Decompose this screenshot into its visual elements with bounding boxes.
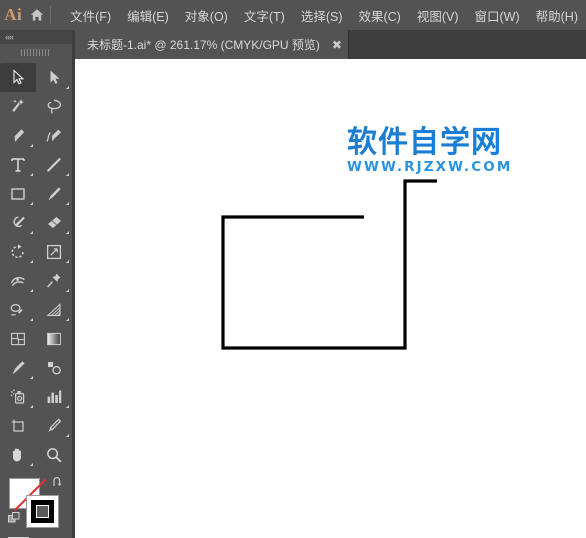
tool-grid xyxy=(0,60,72,469)
flyout-indicator-icon xyxy=(66,260,69,263)
stroke-color-swatch[interactable] xyxy=(26,495,59,528)
grip-dots-icon xyxy=(21,48,51,56)
menu-item-file[interactable]: 文件(F) xyxy=(62,2,119,29)
tool-curvature[interactable] xyxy=(36,121,72,150)
menu-item-type[interactable]: 文字(T) xyxy=(236,2,293,29)
flyout-indicator-icon xyxy=(30,463,33,466)
flyout-indicator-icon xyxy=(30,260,33,263)
tool-magic-wand[interactable] xyxy=(0,92,36,121)
home-icon[interactable] xyxy=(26,0,48,30)
tool-line-segment[interactable] xyxy=(36,150,72,179)
menu-item-view[interactable]: 视图(V) xyxy=(409,2,467,29)
menu-item-help[interactable]: 帮助(H) xyxy=(528,2,586,29)
tool-scale[interactable] xyxy=(36,237,72,266)
tool-paintbrush[interactable] xyxy=(36,179,72,208)
menu-item-list: 文件(F) 编辑(E) 对象(O) 文字(T) 选择(S) 效果(C) 视图(V… xyxy=(62,2,586,29)
tool-mesh[interactable] xyxy=(0,324,36,353)
tool-direct-selection[interactable] xyxy=(36,63,72,92)
menu-item-object[interactable]: 对象(O) xyxy=(177,2,236,29)
tool-panel-header: «« xyxy=(0,30,72,44)
document-tab-bar: 未标题-1.ai* @ 261.17% (CMYK/GPU 预览) ✖ xyxy=(75,30,586,59)
flyout-indicator-icon xyxy=(30,202,33,205)
vector-artwork[interactable] xyxy=(75,59,586,538)
menu-bar: Ai 文件(F) 编辑(E) 对象(O) 文字(T) 选择(S) 效果(C) 视… xyxy=(0,0,586,30)
tool-zoom[interactable] xyxy=(36,440,72,469)
close-icon[interactable]: ✖ xyxy=(326,30,348,59)
swap-fill-stroke-icon[interactable] xyxy=(51,476,65,490)
flyout-indicator-icon xyxy=(66,231,69,234)
drawn-path xyxy=(221,179,437,350)
tool-eraser[interactable] xyxy=(36,208,72,237)
flyout-indicator-icon xyxy=(66,86,69,89)
illustrator-window: Ai 文件(F) 编辑(E) 对象(O) 文字(T) 选择(S) 效果(C) 视… xyxy=(0,0,586,538)
flyout-indicator-icon xyxy=(66,318,69,321)
flyout-indicator-icon xyxy=(30,405,33,408)
tool-selection[interactable] xyxy=(0,63,36,92)
tool-lasso[interactable] xyxy=(36,92,72,121)
flyout-indicator-icon xyxy=(30,173,33,176)
flyout-indicator-icon xyxy=(30,376,33,379)
app-logo: Ai xyxy=(4,5,23,24)
tool-free-transform[interactable] xyxy=(36,266,72,295)
tool-width[interactable] xyxy=(0,266,36,295)
tool-pen[interactable] xyxy=(0,121,36,150)
document-tab-title: 未标题-1.ai* @ 261.17% (CMYK/GPU 预览) xyxy=(87,38,320,52)
tool-rotate[interactable] xyxy=(0,237,36,266)
tool-eyedropper[interactable] xyxy=(0,353,36,382)
tool-hand[interactable] xyxy=(0,440,36,469)
flyout-indicator-icon xyxy=(66,405,69,408)
flyout-indicator-icon xyxy=(66,289,69,292)
tool-column-graph[interactable] xyxy=(36,382,72,411)
tool-perspective-grid[interactable] xyxy=(36,295,72,324)
tool-rectangle[interactable] xyxy=(0,179,36,208)
tool-blend[interactable] xyxy=(36,353,72,382)
menu-item-edit[interactable]: 编辑(E) xyxy=(119,2,177,29)
flyout-indicator-icon xyxy=(30,318,33,321)
document-tab[interactable]: 未标题-1.ai* @ 261.17% (CMYK/GPU 预览) ✖ xyxy=(75,30,349,59)
flyout-indicator-icon xyxy=(30,289,33,292)
tool-panel-grip[interactable] xyxy=(0,44,72,60)
tool-shape-builder[interactable] xyxy=(0,295,36,324)
menu-item-effect[interactable]: 效果(C) xyxy=(350,2,408,29)
tool-type[interactable] xyxy=(0,150,36,179)
color-controls xyxy=(0,474,72,536)
tool-slice[interactable] xyxy=(36,411,72,440)
flyout-indicator-icon xyxy=(30,231,33,234)
tool-symbol-sprayer[interactable] xyxy=(0,382,36,411)
tool-artboard[interactable] xyxy=(0,411,36,440)
tool-shaper[interactable] xyxy=(0,208,36,237)
flyout-indicator-icon xyxy=(66,434,69,437)
tool-panel: «« xyxy=(0,30,72,538)
default-fill-stroke-icon[interactable] xyxy=(8,512,21,525)
stroke-inner-hole xyxy=(36,505,49,518)
menu-divider xyxy=(50,6,52,24)
flyout-indicator-icon xyxy=(66,202,69,205)
menu-item-select[interactable]: 选择(S) xyxy=(293,2,351,29)
flyout-indicator-icon xyxy=(66,173,69,176)
artboard-canvas[interactable]: 软件自学网 WWW.RJZXW.COM xyxy=(75,59,586,538)
collapse-panel-icon[interactable]: «« xyxy=(5,32,14,42)
tool-gradient[interactable] xyxy=(36,324,72,353)
flyout-indicator-icon xyxy=(30,144,33,147)
menu-item-window[interactable]: 窗口(W) xyxy=(467,2,528,29)
